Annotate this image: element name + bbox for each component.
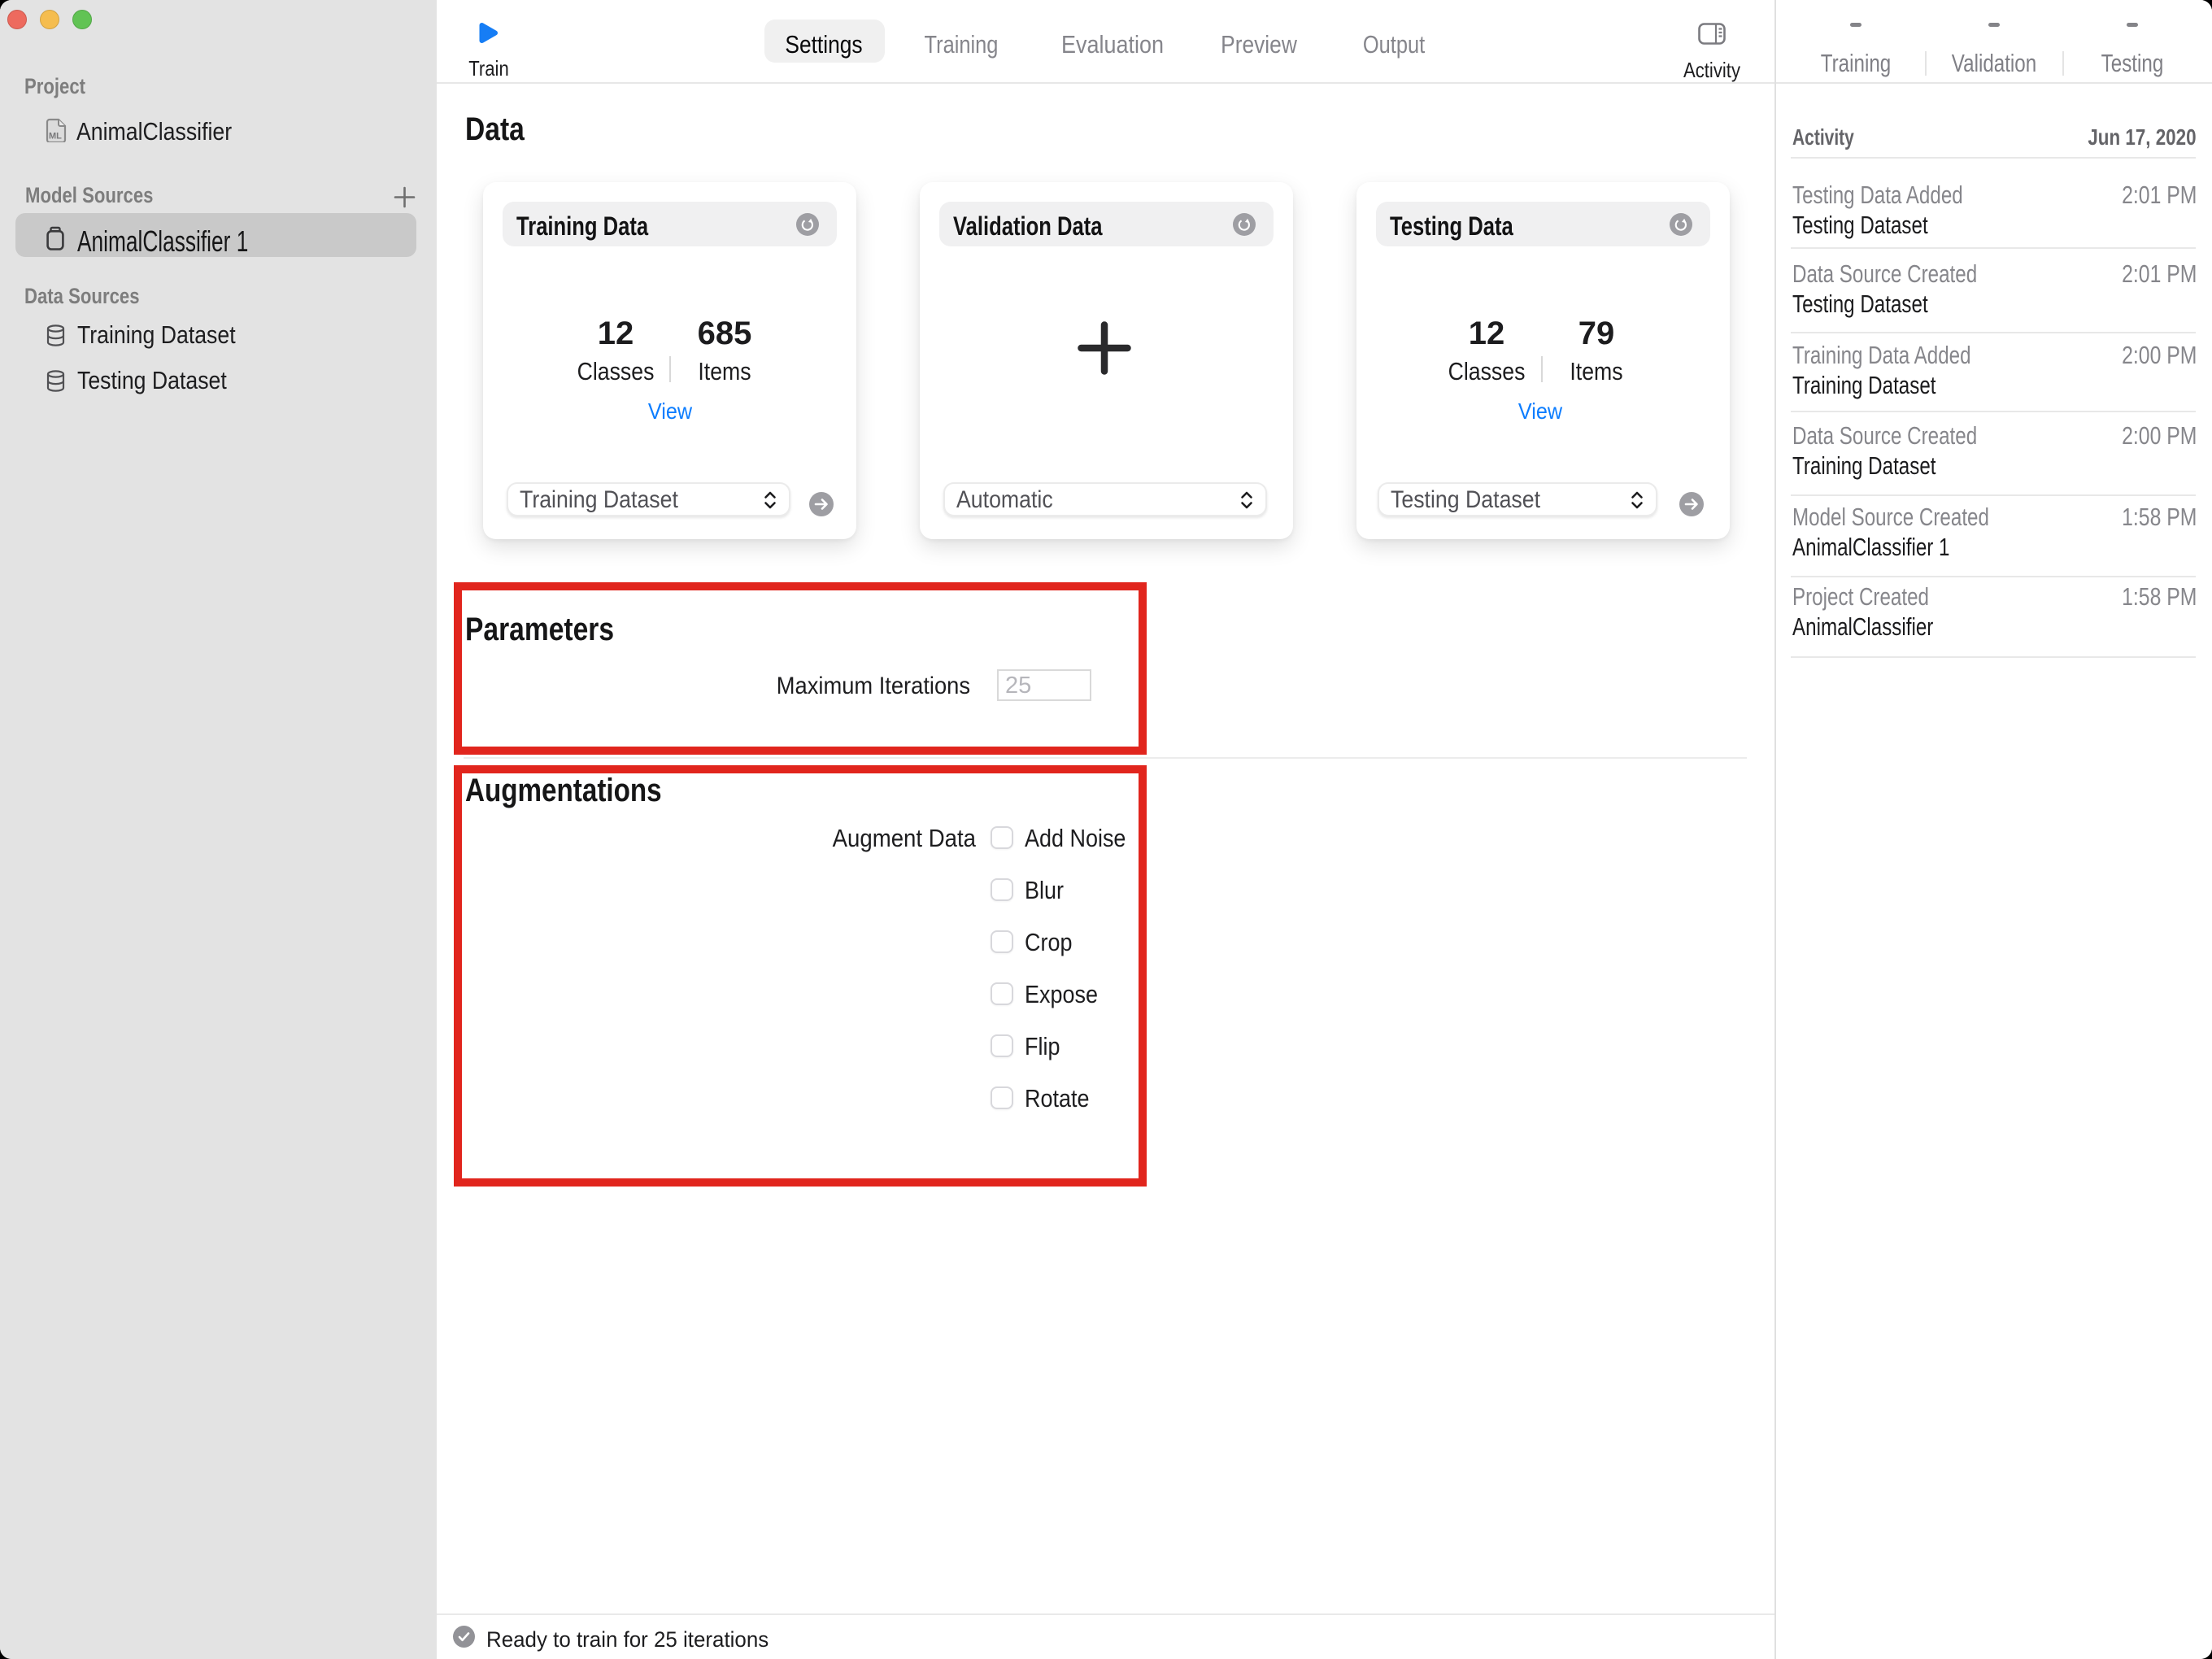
svg-text:ML: ML bbox=[49, 132, 62, 142]
